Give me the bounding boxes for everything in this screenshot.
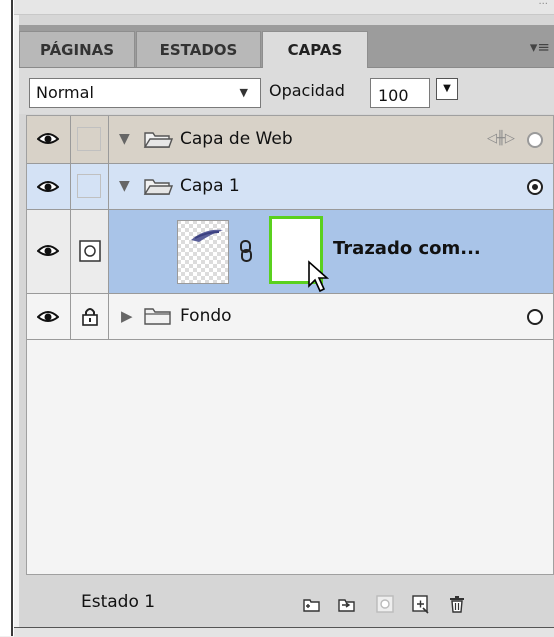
collapse-triangle-icon[interactable]: ▶ [121, 307, 133, 325]
cursor-arrow-icon [308, 260, 330, 293]
layer-name: Capa de Web [180, 129, 293, 149]
tab-bar: PÁGINAS ESTADOS CAPAS ▾≡ [19, 25, 554, 68]
folder-icon [144, 308, 171, 325]
eye-icon [37, 245, 59, 256]
layer-name: Capa 1 [180, 176, 240, 196]
add-layer-icon[interactable] [337, 594, 357, 614]
eye-icon [37, 133, 59, 144]
layer-name: Fondo [180, 306, 232, 326]
window-edge [0, 0, 14, 636]
layers-list: ▼ Capa de Web ◁╫▷ ▼ Capa 1 Trazado com..… [26, 115, 554, 575]
select-layer-radio[interactable] [527, 132, 543, 148]
lock-icon [82, 308, 98, 326]
chain-link-icon[interactable] [239, 240, 253, 262]
layer-thumbnail [177, 220, 229, 284]
opacity-label: Opacidad [269, 81, 345, 100]
tab-capas[interactable]: CAPAS [262, 31, 368, 68]
layer-name: Trazado com... [333, 238, 481, 259]
lock-toggle[interactable] [71, 116, 109, 163]
mask-icon[interactable] [375, 594, 395, 614]
layer-row-fondo[interactable]: ▶ Fondo [27, 294, 553, 340]
visibility-toggle[interactable] [27, 164, 71, 209]
lock-toggle[interactable] [71, 210, 109, 293]
mask-icon [79, 240, 101, 262]
opacity-input[interactable]: 100 [370, 78, 430, 108]
select-layer-radio[interactable] [527, 309, 543, 325]
layers-panel: PÁGINAS ESTADOS CAPAS ▾≡ Normal ▼ Opacid… [19, 15, 554, 627]
chevron-down-icon: ▼ [239, 86, 248, 99]
new-folder-icon[interactable] [302, 594, 322, 614]
panel-menu-icon[interactable]: ▾≡ [530, 38, 550, 56]
expand-triangle-icon[interactable]: ▼ [119, 131, 130, 147]
shared-layer-icon: ◁╫▷ [487, 131, 515, 146]
folder-icon [143, 179, 173, 195]
eye-icon [37, 181, 59, 192]
tab-estados[interactable]: ESTADOS [136, 31, 261, 67]
blend-mode-select[interactable]: Normal ▼ [29, 78, 261, 108]
visibility-toggle[interactable] [27, 116, 71, 163]
current-state-label: Estado 1 [81, 592, 156, 612]
visibility-toggle[interactable] [27, 294, 71, 339]
trash-icon[interactable] [447, 594, 467, 614]
tab-paginas[interactable]: PÁGINAS [19, 31, 135, 67]
blend-mode-value: Normal [36, 83, 94, 102]
lock-toggle[interactable] [71, 164, 109, 209]
new-state-icon[interactable] [411, 594, 431, 614]
folder-icon [143, 132, 173, 148]
expand-triangle-icon[interactable]: ▼ [119, 178, 130, 194]
lock-toggle[interactable] [71, 294, 109, 339]
eye-icon [37, 311, 59, 322]
top-strip: ... [14, 0, 554, 15]
panel-footer: Estado 1 [19, 577, 554, 627]
visibility-toggle[interactable] [27, 210, 71, 293]
layer-row-trazado[interactable]: Trazado com... [27, 210, 553, 294]
opacity-dropdown-button[interactable]: ▼ [436, 78, 458, 100]
select-layer-radio[interactable] [527, 179, 543, 195]
layer-row-capa-1[interactable]: ▼ Capa 1 [27, 164, 553, 210]
layer-controls: Normal ▼ Opacidad 100 ▼ [19, 68, 554, 114]
layer-row-capa-de-web[interactable]: ▼ Capa de Web ◁╫▷ [27, 116, 553, 164]
